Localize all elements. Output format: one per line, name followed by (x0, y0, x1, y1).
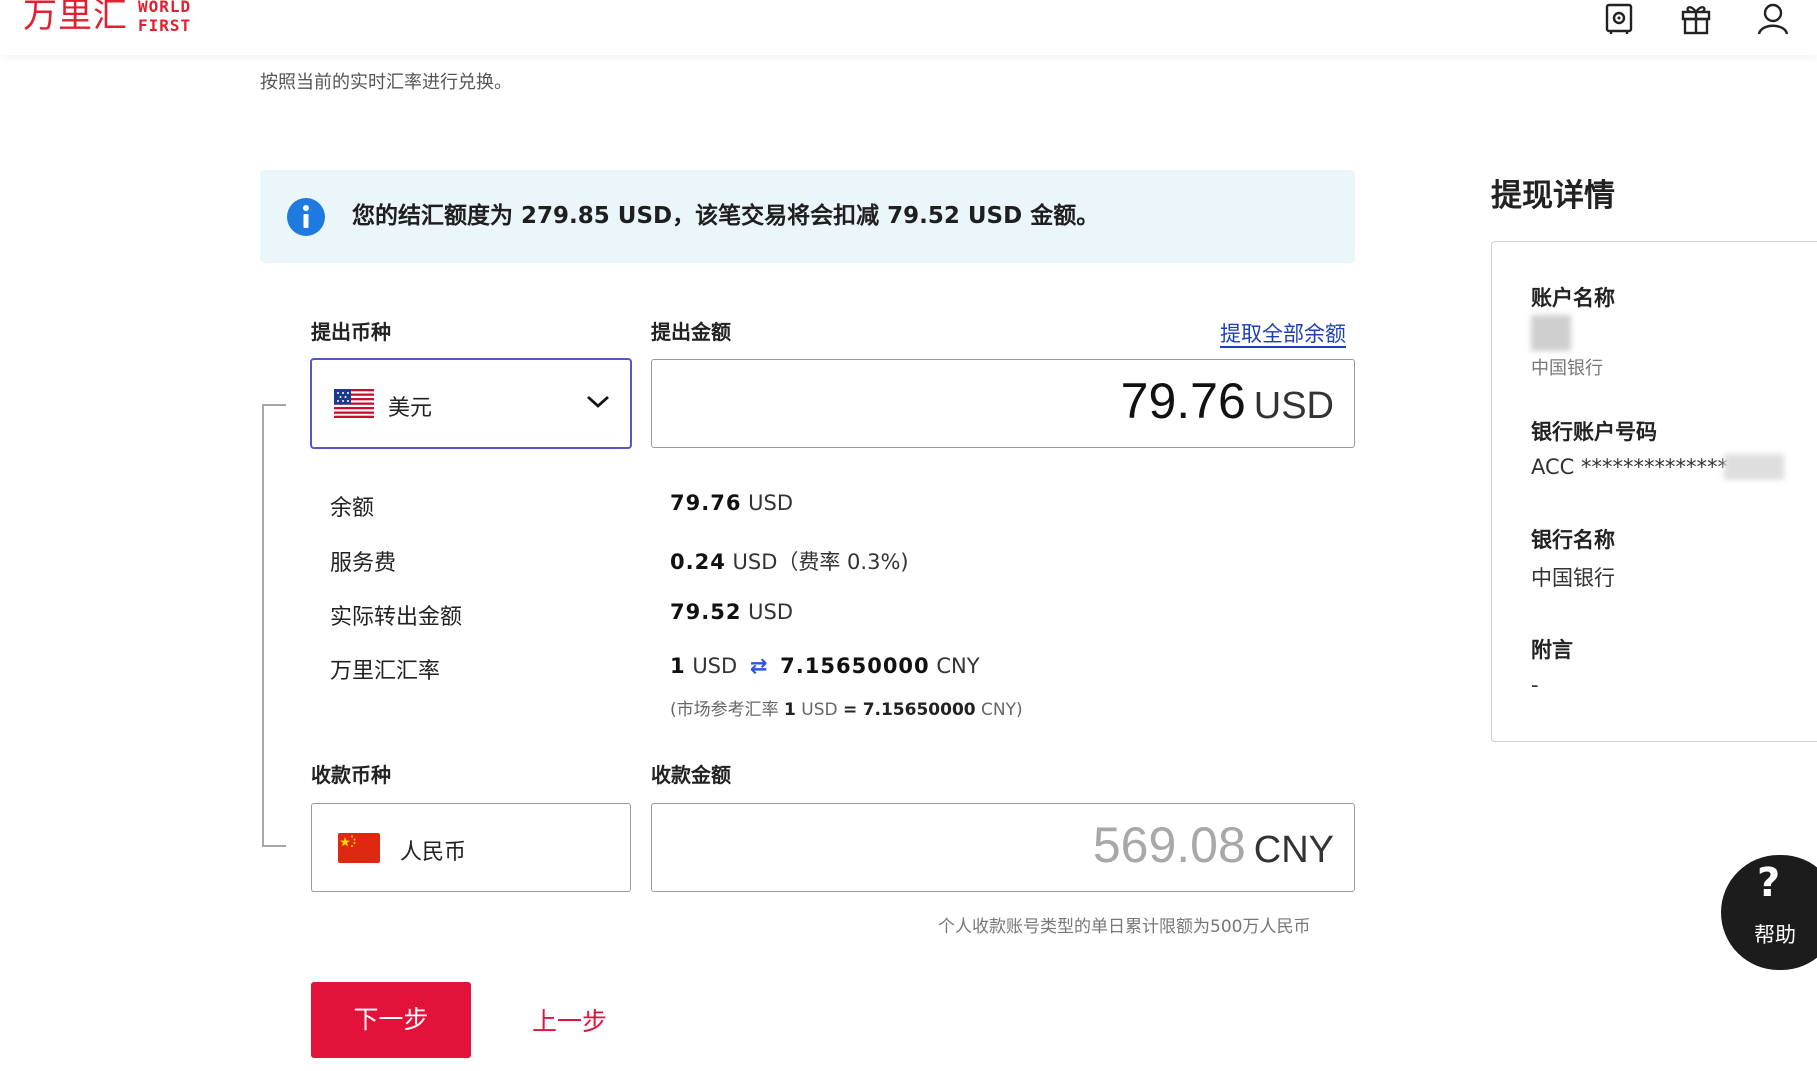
help-question-icon: ? (1757, 860, 1781, 906)
balance-label: 余额 (330, 496, 375, 521)
cn-flag-icon (338, 833, 380, 863)
daily-limit-note: 个人收款账号类型的单日累计限额为500万人民币 (938, 917, 1311, 937)
market-rate-reference: (市场参考汇率 1 USD = 7.15650000 CNY) (670, 695, 1023, 720)
withdraw-amount-input[interactable]: 79.76 USD (651, 359, 1355, 448)
page-subtitle: 按照当前的实时汇率进行兑换。 (260, 72, 512, 93)
withdraw-amount-value: 79.76 (1120, 373, 1246, 429)
actual-amount-label: 实际转出金额 (330, 605, 463, 630)
quota-notice: 您的结汇额度为 279.85 USD，该笔交易将会扣减 79.52 USD 金额… (260, 170, 1355, 263)
note-label: 附言 (1531, 638, 1573, 662)
account-number-redacted (1724, 454, 1784, 480)
safe-icon[interactable] (1601, 1, 1637, 35)
notice-text: 您的结汇额度为 279.85 USD，该笔交易将会扣减 79.52 USD 金额… (352, 203, 1100, 229)
withdraw-amount-currency: USD (1253, 385, 1334, 427)
rate-label: 万里汇汇率 (330, 659, 441, 684)
note-value: - (1531, 673, 1539, 697)
withdraw-details-card: 账户名称 中国银行 银行账户号码 ACC ************** 银行名称… (1491, 241, 1817, 742)
us-flag-icon (334, 389, 374, 418)
balance-amount: 79.76 (670, 491, 742, 515)
fee-value: 0.24 USD（费率 0.3%) (670, 546, 909, 576)
withdraw-details-title: 提现详情 (1491, 178, 1615, 214)
receive-currency-label: 收款币种 (311, 763, 391, 787)
market-to-cur: CNY) (981, 700, 1023, 720)
fee-label: 服务费 (330, 551, 397, 576)
exchange-arrows-icon: ⇄ (749, 654, 768, 678)
logo-chinese[interactable]: 万里汇 (23, 0, 128, 36)
actual-unit: USD (748, 600, 793, 624)
account-name-redacted (1531, 315, 1571, 351)
balance-value: 79.76 USD (670, 491, 793, 515)
top-header: 万里汇 WORLD FIRST (0, 0, 1817, 55)
actual-amount-value: 79.52 USD (670, 600, 793, 624)
account-bank-sub: 中国银行 (1531, 358, 1603, 379)
rate-from-cur: USD (692, 654, 738, 678)
rate-value: 1 USD ⇄ 7.15650000 CNY (670, 654, 980, 678)
withdraw-amount-label: 提出金额 (651, 320, 731, 344)
receive-currency-value: 人民币 (400, 840, 467, 865)
help-label: 帮助 (1754, 923, 1796, 947)
rate-to-num: 7.15650000 (780, 654, 930, 678)
withdraw-currency-select[interactable]: 美元 (310, 358, 632, 449)
market-from-num: 1 (784, 700, 796, 720)
logo-english-line1: WORLD (138, 0, 192, 16)
balance-unit: USD (748, 491, 793, 515)
conversion-bracket (262, 404, 286, 847)
account-number-value: ACC ************** (1531, 455, 1728, 479)
prev-button[interactable]: 上一步 (532, 1002, 607, 1038)
chevron-down-icon (587, 395, 609, 408)
market-rate-prefix: (市场参考汇率 (670, 700, 779, 720)
help-button[interactable]: ? 帮助 (1721, 855, 1817, 970)
market-eq: = (843, 700, 858, 720)
bank-name-label: 银行名称 (1531, 528, 1615, 552)
withdraw-currency-label: 提出币种 (311, 320, 391, 344)
account-number-label: 银行账户号码 (1531, 420, 1657, 444)
fee-unit: USD（费率 0.3%) (732, 550, 909, 574)
user-icon[interactable] (1755, 1, 1791, 35)
logo-english-line2: FIRST (138, 16, 192, 35)
next-button[interactable]: 下一步 (311, 982, 471, 1058)
receive-amount-field: 569.08 CNY (651, 803, 1355, 892)
withdraw-all-link[interactable]: 提取全部余额 (1220, 318, 1346, 348)
fee-amount: 0.24 (670, 550, 726, 574)
logo-english[interactable]: WORLD FIRST (138, 0, 191, 35)
rate-to-cur: CNY (936, 654, 980, 678)
market-from-cur: USD (801, 700, 838, 720)
receive-amount-value: 569.08 (1092, 817, 1246, 873)
receive-amount-currency: CNY (1253, 829, 1334, 871)
account-name-label: 账户名称 (1531, 286, 1615, 310)
rate-from-num: 1 (670, 654, 686, 678)
market-to-num: 7.15650000 (862, 700, 976, 720)
receive-currency-field: 人民币 (311, 803, 631, 892)
info-icon (287, 198, 325, 236)
withdraw-currency-value: 美元 (388, 396, 433, 421)
actual-amount: 79.52 (670, 600, 742, 624)
gift-icon[interactable] (1678, 1, 1714, 35)
bank-name-value: 中国银行 (1531, 566, 1615, 590)
receive-amount-label: 收款金额 (651, 763, 731, 787)
